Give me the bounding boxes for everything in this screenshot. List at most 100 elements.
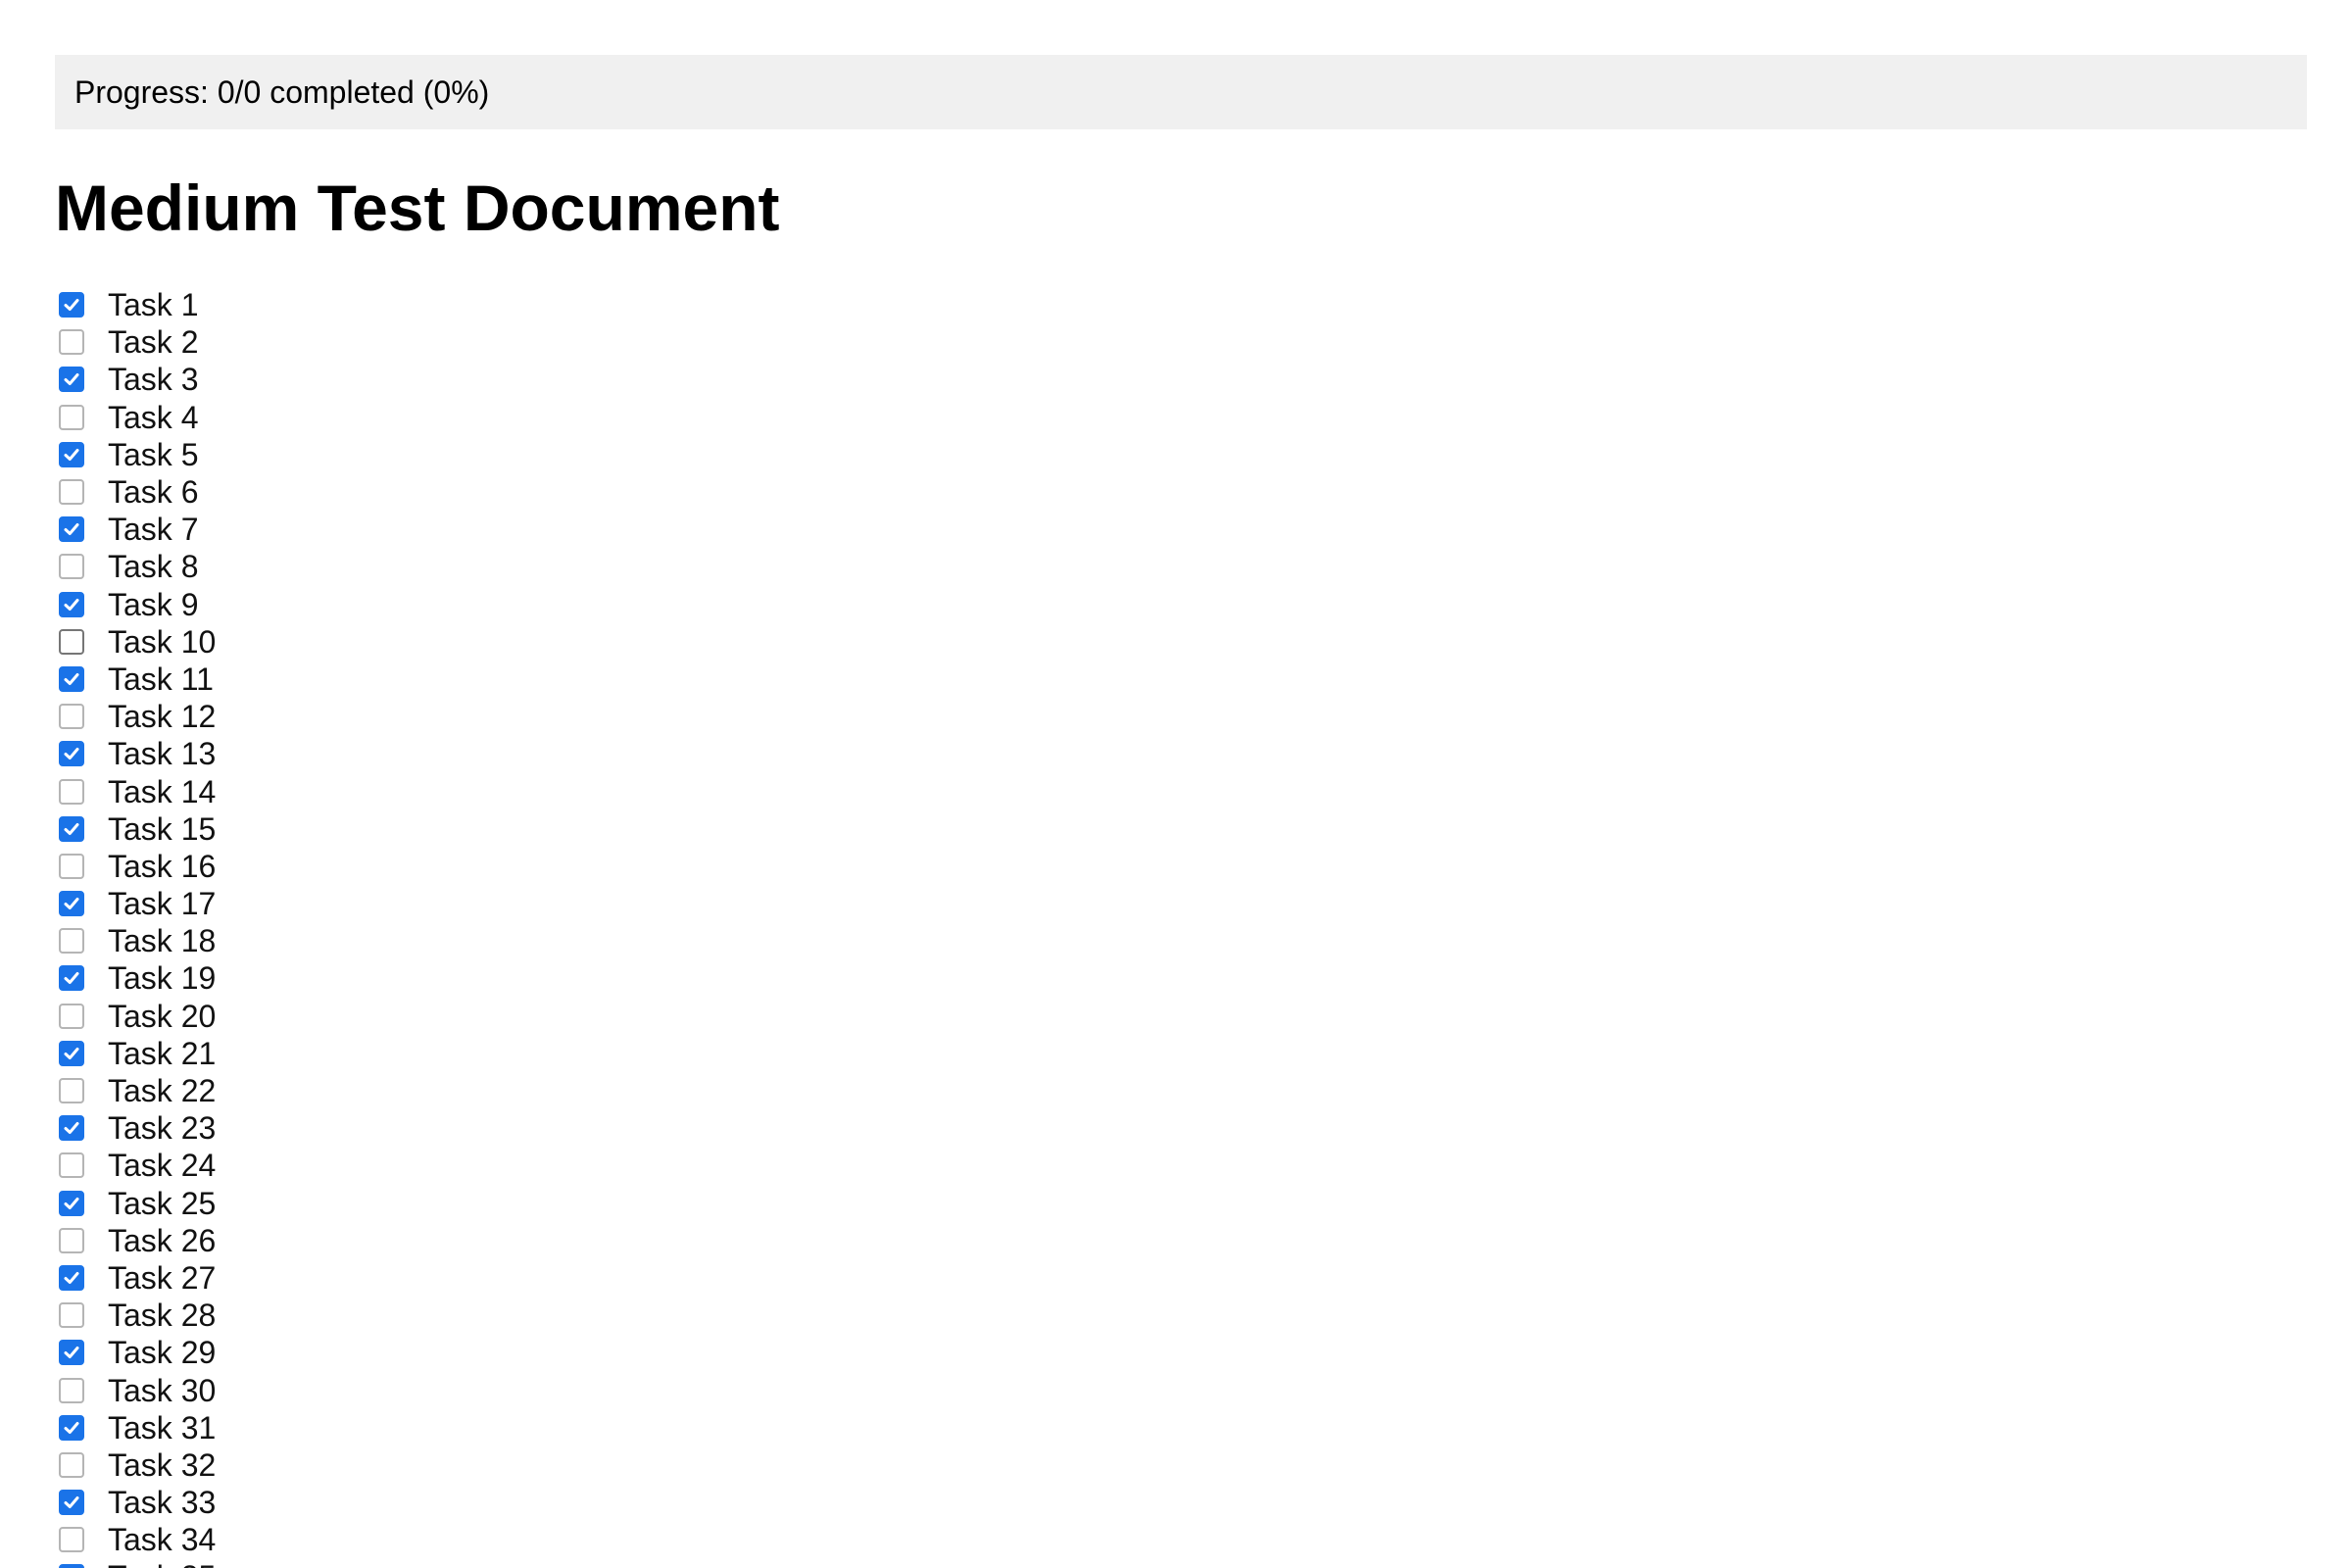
task-checkbox[interactable] bbox=[59, 1115, 84, 1142]
task-item[interactable]: Task 16 bbox=[55, 848, 839, 885]
task-label[interactable]: Task 24 bbox=[108, 1147, 216, 1184]
task-checkbox[interactable] bbox=[59, 479, 84, 506]
task-checkbox[interactable] bbox=[59, 891, 84, 917]
task-label[interactable]: Task 20 bbox=[108, 998, 216, 1035]
task-checkbox[interactable] bbox=[59, 554, 84, 580]
task-checkbox[interactable] bbox=[59, 965, 84, 992]
task-checkbox[interactable] bbox=[59, 1302, 84, 1329]
task-item[interactable]: Task 4 bbox=[55, 399, 839, 436]
task-checkbox[interactable] bbox=[59, 928, 84, 955]
task-label[interactable]: Task 26 bbox=[108, 1222, 216, 1259]
task-checkbox[interactable] bbox=[59, 1564, 84, 1568]
task-label[interactable]: Task 27 bbox=[108, 1259, 216, 1297]
task-checkbox[interactable] bbox=[59, 628, 84, 655]
task-label[interactable]: Task 14 bbox=[108, 773, 216, 810]
task-label[interactable]: Task 5 bbox=[108, 436, 198, 473]
task-label[interactable]: Task 32 bbox=[108, 1446, 216, 1484]
task-item[interactable]: Task 2 bbox=[55, 323, 839, 361]
task-item[interactable]: Task 3 bbox=[55, 361, 839, 398]
task-label[interactable]: Task 18 bbox=[108, 922, 216, 959]
task-checkbox[interactable] bbox=[59, 1377, 84, 1403]
task-checkbox[interactable] bbox=[59, 1414, 84, 1441]
task-item[interactable]: Task 26 bbox=[55, 1222, 839, 1259]
task-item[interactable]: Task 29 bbox=[55, 1334, 839, 1371]
task-item[interactable]: Task 33 bbox=[55, 1484, 839, 1521]
task-label[interactable]: Task 22 bbox=[108, 1072, 216, 1109]
task-item[interactable]: Task 32 bbox=[55, 1446, 839, 1484]
task-item[interactable]: Task 22 bbox=[55, 1072, 839, 1109]
task-item[interactable]: Task 15 bbox=[55, 810, 839, 848]
task-item[interactable]: Task 20 bbox=[55, 998, 839, 1035]
task-checkbox[interactable] bbox=[59, 404, 84, 430]
task-checkbox[interactable] bbox=[59, 853, 84, 879]
task-item[interactable]: Task 7 bbox=[55, 511, 839, 548]
task-label[interactable]: Task 33 bbox=[108, 1484, 216, 1521]
task-checkbox[interactable] bbox=[59, 1264, 84, 1291]
task-checkbox[interactable] bbox=[59, 292, 84, 318]
task-label[interactable]: Task 1 bbox=[108, 286, 198, 323]
task-checkbox[interactable] bbox=[59, 1451, 84, 1478]
task-checkbox[interactable] bbox=[59, 741, 84, 767]
task-label[interactable]: Task 21 bbox=[108, 1035, 216, 1072]
task-item[interactable]: Task 35 bbox=[55, 1558, 839, 1568]
task-item[interactable]: Task 27 bbox=[55, 1259, 839, 1297]
task-item[interactable]: Task 34 bbox=[55, 1521, 839, 1558]
task-label[interactable]: Task 25 bbox=[108, 1185, 216, 1222]
task-item[interactable]: Task 11 bbox=[55, 661, 839, 698]
task-item[interactable]: Task 24 bbox=[55, 1147, 839, 1184]
task-checkbox[interactable] bbox=[59, 1340, 84, 1366]
task-checkbox[interactable] bbox=[59, 1003, 84, 1029]
task-checkbox[interactable] bbox=[59, 704, 84, 730]
task-label[interactable]: Task 12 bbox=[108, 698, 216, 735]
task-checkbox[interactable] bbox=[59, 1227, 84, 1253]
task-label[interactable]: Task 2 bbox=[108, 323, 198, 361]
task-label[interactable]: Task 35 bbox=[108, 1558, 216, 1568]
task-label[interactable]: Task 23 bbox=[108, 1109, 216, 1147]
task-label[interactable]: Task 17 bbox=[108, 885, 216, 922]
task-item[interactable]: Task 19 bbox=[55, 959, 839, 997]
task-checkbox[interactable] bbox=[59, 1190, 84, 1216]
task-checkbox[interactable] bbox=[59, 1527, 84, 1553]
task-label[interactable]: Task 19 bbox=[108, 959, 216, 997]
task-label[interactable]: Task 15 bbox=[108, 810, 216, 848]
task-checkbox[interactable] bbox=[59, 1152, 84, 1179]
task-label[interactable]: Task 11 bbox=[108, 661, 214, 698]
task-label[interactable]: Task 10 bbox=[108, 623, 216, 661]
task-checkbox[interactable] bbox=[59, 367, 84, 393]
task-item[interactable]: Task 28 bbox=[55, 1297, 839, 1334]
task-checkbox[interactable] bbox=[59, 815, 84, 842]
task-label[interactable]: Task 4 bbox=[108, 399, 198, 436]
task-label[interactable]: Task 29 bbox=[108, 1334, 216, 1371]
task-item[interactable]: Task 18 bbox=[55, 922, 839, 959]
task-checkbox[interactable] bbox=[59, 329, 84, 356]
task-checkbox[interactable] bbox=[59, 1078, 84, 1104]
task-checkbox[interactable] bbox=[59, 441, 84, 467]
task-label[interactable]: Task 13 bbox=[108, 735, 216, 772]
task-label[interactable]: Task 6 bbox=[108, 473, 198, 511]
task-item[interactable]: Task 21 bbox=[55, 1035, 839, 1072]
task-item[interactable]: Task 1 bbox=[55, 286, 839, 323]
task-item[interactable]: Task 6 bbox=[55, 473, 839, 511]
task-checkbox[interactable] bbox=[59, 1490, 84, 1516]
task-label[interactable]: Task 8 bbox=[108, 548, 198, 585]
task-item[interactable]: Task 17 bbox=[55, 885, 839, 922]
task-label[interactable]: Task 3 bbox=[108, 361, 198, 398]
task-label[interactable]: Task 34 bbox=[108, 1521, 216, 1558]
task-item[interactable]: Task 13 bbox=[55, 735, 839, 772]
task-item[interactable]: Task 14 bbox=[55, 772, 839, 809]
task-item[interactable]: Task 30 bbox=[55, 1371, 839, 1408]
task-item[interactable]: Task 25 bbox=[55, 1185, 839, 1222]
task-checkbox[interactable] bbox=[59, 516, 84, 543]
task-item[interactable]: Task 9 bbox=[55, 586, 839, 623]
task-label[interactable]: Task 9 bbox=[108, 586, 198, 623]
task-item[interactable]: Task 31 bbox=[55, 1409, 839, 1446]
task-label[interactable]: Task 28 bbox=[108, 1297, 216, 1334]
task-label[interactable]: Task 30 bbox=[108, 1372, 216, 1409]
task-label[interactable]: Task 16 bbox=[108, 848, 216, 885]
task-label[interactable]: Task 7 bbox=[108, 511, 198, 548]
task-label[interactable]: Task 31 bbox=[108, 1409, 216, 1446]
task-checkbox[interactable] bbox=[59, 591, 84, 617]
task-checkbox[interactable] bbox=[59, 665, 84, 692]
task-item[interactable]: Task 12 bbox=[55, 698, 839, 735]
task-item[interactable]: Task 10 bbox=[55, 623, 839, 661]
